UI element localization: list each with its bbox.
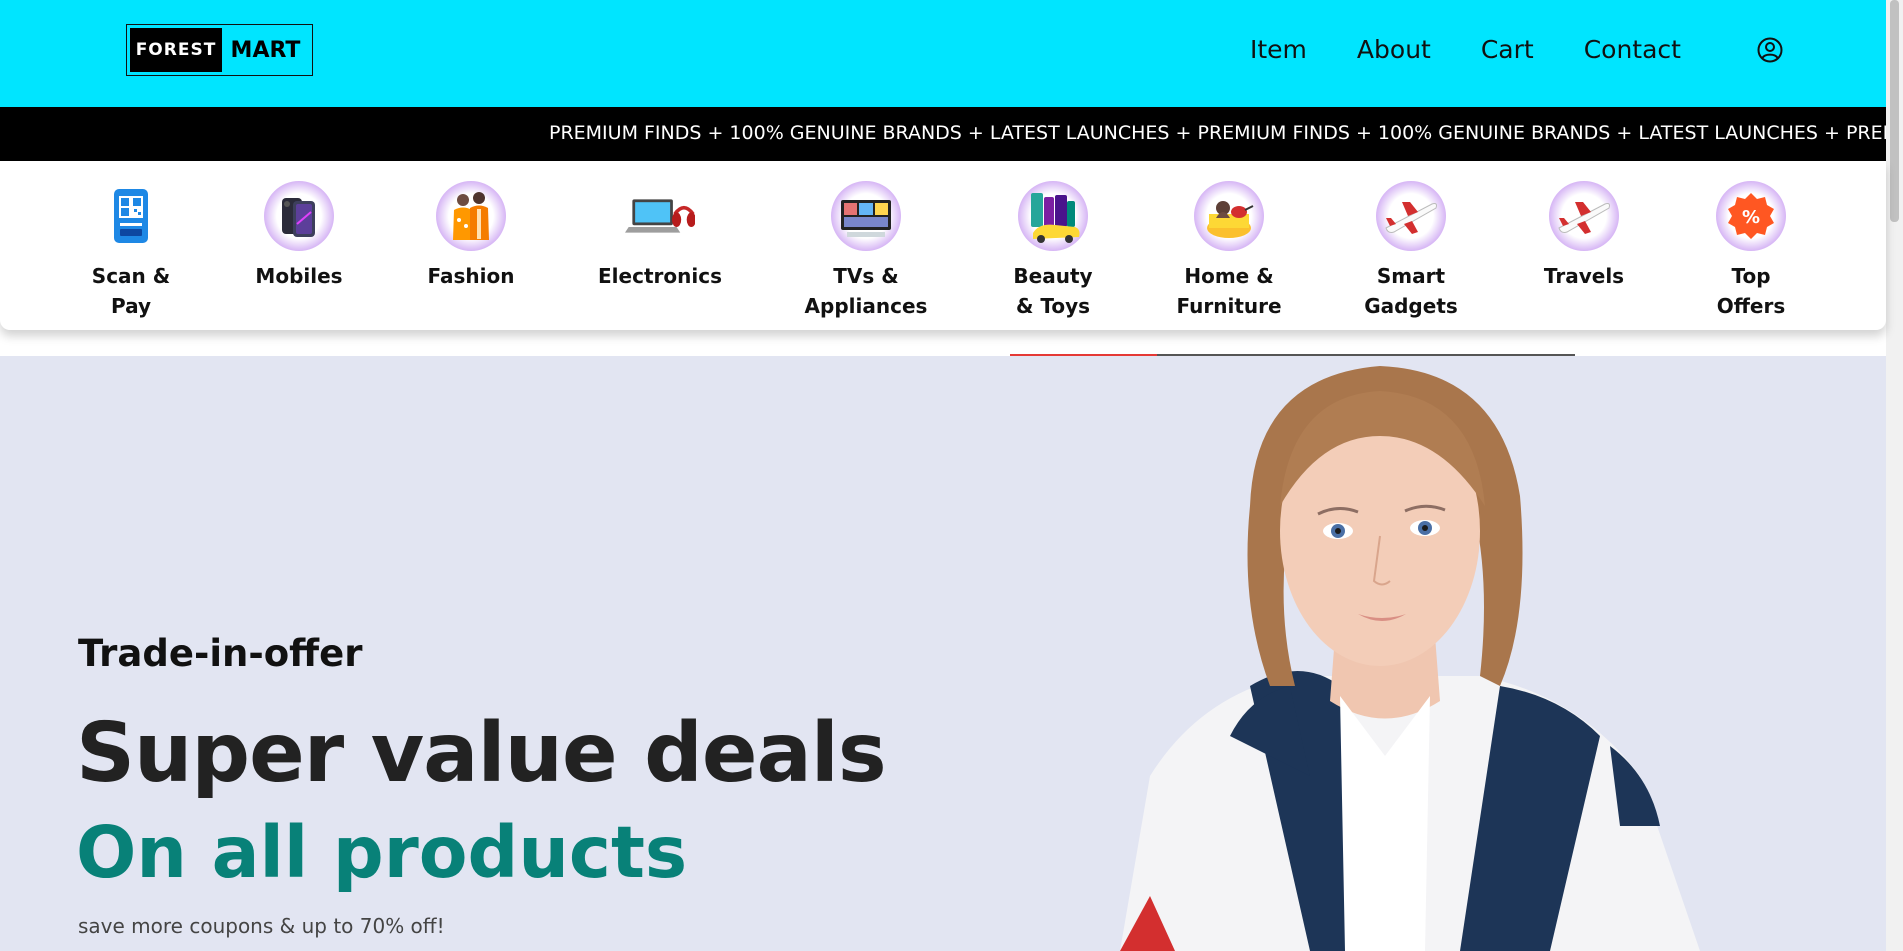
hero-note: save more coupons & up to 70% off!: [78, 914, 445, 938]
nav-cart[interactable]: Cart: [1481, 32, 1534, 68]
mobiles-icon: [264, 181, 334, 251]
category-label: Smart Gadgets: [1364, 264, 1458, 318]
nav-contact[interactable]: Contact: [1584, 32, 1681, 68]
airplane-icon: [1376, 181, 1446, 251]
category-top-offers[interactable]: % Top Offers: [1686, 181, 1816, 321]
category-label: Top Offers: [1716, 264, 1786, 318]
nav-item[interactable]: Item: [1250, 32, 1307, 68]
hero-title: Super value deals: [76, 706, 887, 801]
carousel-progress-fill: [1010, 354, 1157, 356]
category-label: Home & Furniture: [1176, 264, 1282, 318]
home-furniture-icon: [1194, 181, 1264, 251]
marquee-text: PREMIUM FINDS + 100% GENUINE BRANDS + LA…: [549, 122, 1886, 144]
main-nav: Item About Cart Contact: [1250, 32, 1731, 68]
carousel-progress: [1010, 354, 1575, 356]
page-scrollbar[interactable]: [1886, 0, 1903, 951]
user-circle-icon[interactable]: [1757, 37, 1783, 63]
category-label: Mobiles: [255, 264, 343, 288]
beauty-toys-icon: [1018, 181, 1088, 251]
category-label: TVs & Appliances: [804, 264, 928, 318]
category-scan-pay[interactable]: Scan & Pay: [66, 181, 196, 321]
tv-appliances-icon: [831, 181, 901, 251]
logo-text-mart: MART: [230, 37, 301, 63]
category-label: Electronics: [598, 264, 722, 288]
nav-about[interactable]: About: [1357, 32, 1431, 68]
scrollbar-thumb[interactable]: [1890, 0, 1899, 222]
category-travels[interactable]: Travels: [1519, 181, 1649, 291]
category-beauty-toys[interactable]: Beauty & Toys: [988, 181, 1118, 321]
category-bar: Scan & Pay Mobiles Fashion Electronics T…: [0, 161, 1886, 330]
fashion-icon: [436, 181, 506, 251]
hero-kicker: Trade-in-offer: [78, 632, 363, 675]
category-label: Beauty & Toys: [1013, 264, 1093, 318]
scan-pay-icon: [96, 181, 166, 251]
logo-text-forest: FOREST: [130, 28, 222, 72]
category-smart-gadgets[interactable]: Smart Gadgets: [1346, 181, 1476, 321]
percent-badge-icon: %: [1716, 181, 1786, 251]
category-electronics[interactable]: Electronics: [595, 181, 725, 291]
category-label: Travels: [1543, 264, 1625, 288]
airplane-icon: [1549, 181, 1619, 251]
category-fashion[interactable]: Fashion: [406, 181, 536, 291]
category-home-furniture[interactable]: Home & Furniture: [1164, 181, 1294, 321]
category-mobiles[interactable]: Mobiles: [234, 181, 364, 291]
svg-text:%: %: [1742, 207, 1760, 228]
category-tvs-appliances[interactable]: TVs & Appliances: [801, 181, 931, 321]
electronics-icon: [625, 181, 695, 251]
category-label: Fashion: [427, 264, 515, 288]
hero-model-image: [1120, 366, 1700, 951]
hero-subtitle: On all products: [76, 811, 688, 894]
site-logo[interactable]: FOREST MART: [126, 24, 313, 76]
promo-marquee: PREMIUM FINDS + 100% GENUINE BRANDS + LA…: [0, 107, 1886, 161]
hero-banner: Trade-in-offer Super value deals On all …: [0, 356, 1886, 951]
category-label: Scan & Pay: [91, 264, 171, 318]
top-header: FOREST MART Item About Cart Contact: [0, 0, 1886, 107]
